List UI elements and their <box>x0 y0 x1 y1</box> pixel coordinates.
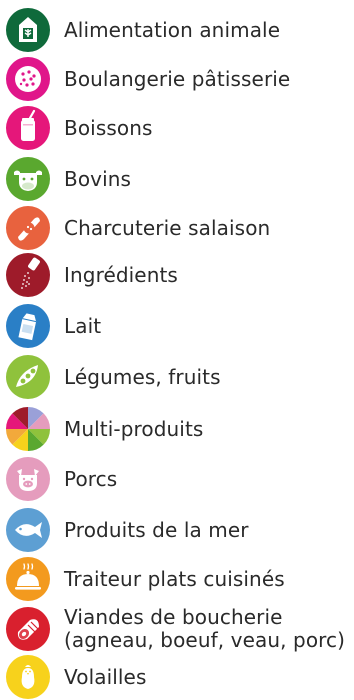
legend-item-volailles: Volailles <box>0 655 354 699</box>
legend-label: Boulangerie pâtisserie <box>64 67 291 91</box>
chicken-icon <box>6 655 50 699</box>
legend-label-line2: (agneau, boeuf, veau, porc) <box>64 628 346 652</box>
legend-item-lait: Lait <box>0 304 354 348</box>
legend-item-multi-produits: Multi-produits <box>0 407 354 451</box>
legend-item-ingredients: Ingrédients <box>0 253 354 297</box>
fish-icon <box>6 508 50 552</box>
legend-item-produits-de-la-mer: Produits de la mer <box>0 508 354 552</box>
legend-label: Produits de la mer <box>64 518 249 542</box>
legend-label: Lait <box>64 314 102 338</box>
drink-can-icon <box>6 106 50 150</box>
peas-pod-icon <box>6 355 50 399</box>
legend-label: Traiteur plats cuisinés <box>64 567 285 591</box>
legend-item-viandes-de-boucherie: Viandes de boucherie (agneau, boeuf, vea… <box>0 606 354 652</box>
legend-label: Multi-produits <box>64 417 204 441</box>
legend-item-boulangerie-patisserie: Boulangerie pâtisserie <box>0 57 354 101</box>
salt-shaker-icon <box>6 253 50 297</box>
legend-item-legumes-fruits: Légumes, fruits <box>0 355 354 399</box>
legend-label: Boissons <box>64 116 153 140</box>
legend-item-traiteur: Traiteur plats cuisinés <box>0 557 354 601</box>
legend-label: Viandes de boucherie (agneau, boeuf, vea… <box>64 606 345 652</box>
cow-icon <box>6 157 50 201</box>
milk-carton-icon <box>6 304 50 348</box>
pig-icon <box>6 457 50 501</box>
legend-label: Ingrédients <box>64 263 178 287</box>
feed-silo-icon <box>6 8 50 52</box>
sausage-icon <box>6 206 50 250</box>
cloche-icon <box>6 557 50 601</box>
sector-legend: Alimentation animale Boulangerie pâtisse… <box>0 0 354 700</box>
legend-label: Bovins <box>64 167 132 191</box>
legend-label: Charcuterie salaison <box>64 216 271 240</box>
legend-item-alimentation-animale: Alimentation animale <box>0 8 354 52</box>
legend-label: Alimentation animale <box>64 18 281 42</box>
legend-label-line1: Viandes de boucherie <box>64 605 283 629</box>
legend-label: Légumes, fruits <box>64 365 221 389</box>
multi-pie-icon <box>6 407 50 451</box>
legend-label: Porcs <box>64 467 118 491</box>
cookie-icon <box>6 57 50 101</box>
legend-item-charcuterie-salaison: Charcuterie salaison <box>0 206 354 250</box>
meat-roast-icon <box>6 607 50 651</box>
legend-label: Volailles <box>64 665 147 689</box>
legend-item-bovins: Bovins <box>0 157 354 201</box>
legend-item-boissons: Boissons <box>0 106 354 150</box>
legend-item-porcs: Porcs <box>0 457 354 501</box>
